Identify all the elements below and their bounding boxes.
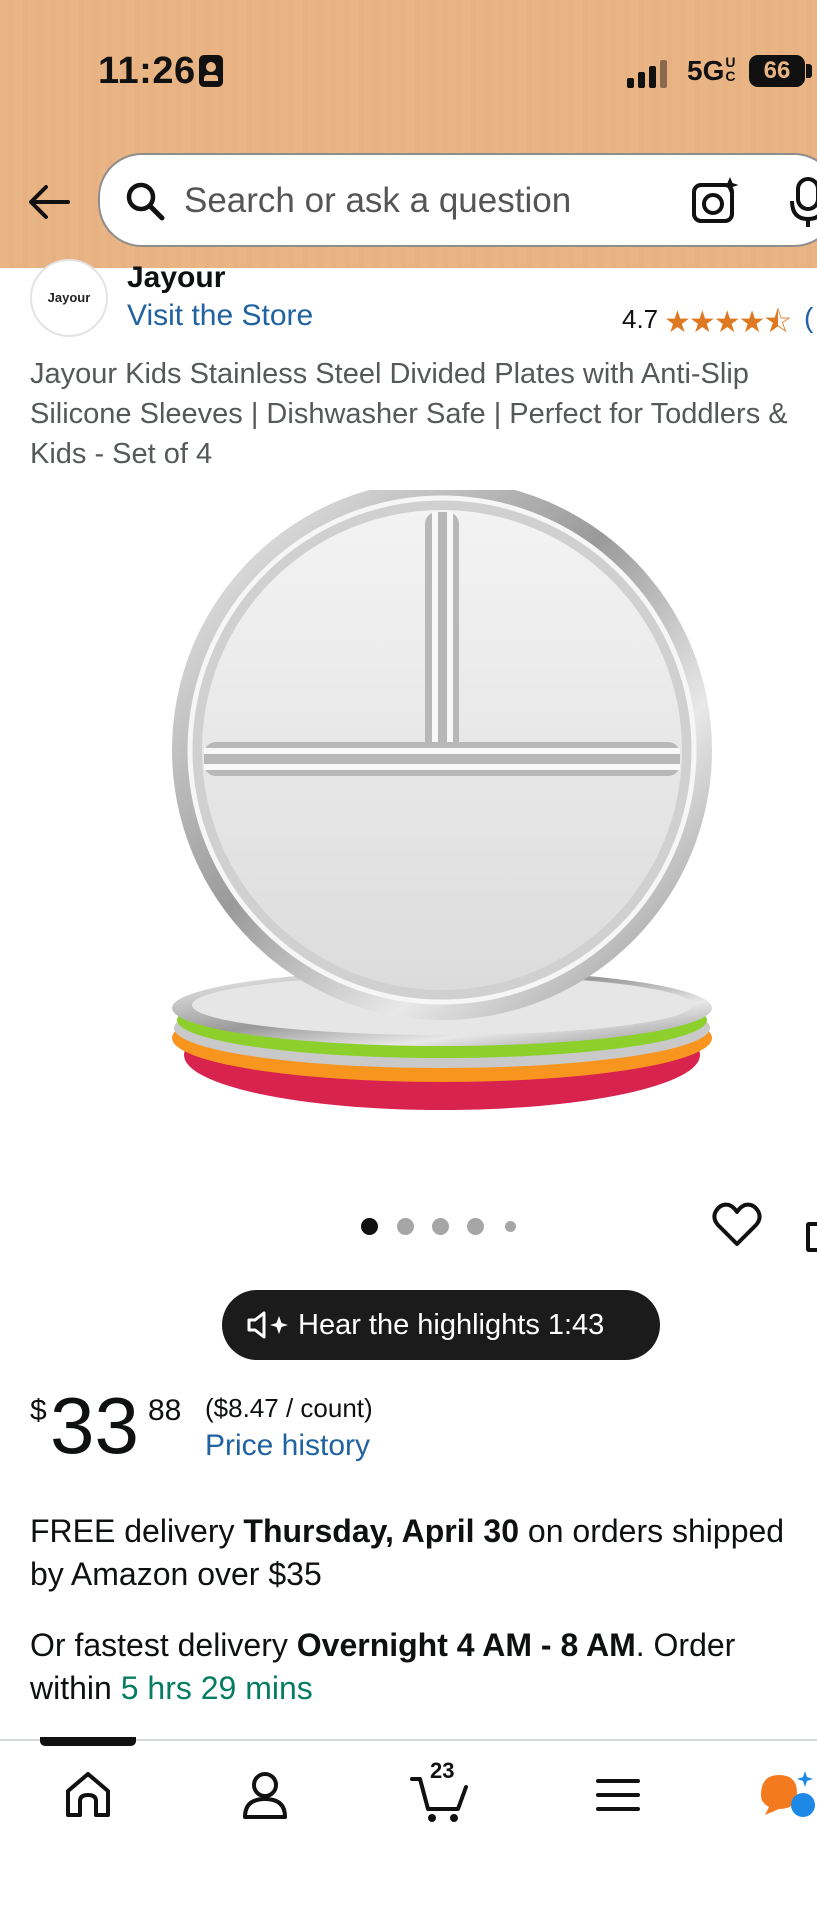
brand-logo[interactable]: Jayour xyxy=(30,259,108,337)
price-whole: 33 xyxy=(50,1381,139,1470)
speaker-sparkle-icon xyxy=(247,1311,288,1339)
delivery-date: Thursday, April 30 xyxy=(243,1513,520,1549)
carousel-dot[interactable] xyxy=(467,1218,484,1235)
rating-count-link[interactable]: ( xyxy=(804,302,813,334)
image-carousel-dots[interactable] xyxy=(361,1218,521,1238)
product-title: Jayour Kids Stainless Steel Divided Plat… xyxy=(30,354,817,474)
search-input[interactable] xyxy=(182,175,686,227)
home-icon[interactable] xyxy=(58,1765,118,1825)
fastest-delivery-message: Or fastest delivery Overnight 4 AM - 8 A… xyxy=(30,1627,736,1706)
search-icon xyxy=(126,182,165,221)
network-label: 5GUC xyxy=(687,54,736,86)
price-per-count: ($8.47 / count) xyxy=(205,1393,373,1423)
visit-store-link[interactable]: Visit the Store xyxy=(127,299,313,333)
rufus-icon[interactable] xyxy=(757,1765,817,1825)
price-currency: $ xyxy=(30,1394,47,1427)
rating-value: 4.7 xyxy=(622,304,659,334)
price-fraction: 88 xyxy=(148,1394,182,1427)
header-bar: 11:26 5GUC 66 xyxy=(0,0,817,268)
cart-count-badge: 23 xyxy=(430,1758,455,1783)
search-bar[interactable] xyxy=(98,153,817,247)
order-countdown: 5 hrs 29 mins xyxy=(120,1670,313,1706)
brand-name: Jayour xyxy=(127,261,226,294)
camera-search-icon[interactable] xyxy=(690,175,742,227)
product-title-line: Kids - Set of 4 xyxy=(30,438,213,470)
microphone-icon[interactable] xyxy=(790,177,817,227)
product-title-line: Jayour Kids Stainless Steel Divided Plat… xyxy=(30,358,749,390)
account-icon[interactable] xyxy=(235,1765,295,1825)
price-history-link[interactable]: Price history xyxy=(205,1429,370,1463)
active-tab-indicator xyxy=(40,1737,136,1746)
free-delivery-message: FREE delivery Thursday, April 30 on orde… xyxy=(30,1513,785,1592)
product-title-line: Silicone Sleeves | Dishwasher Safe | Per… xyxy=(30,398,788,430)
hear-highlights-button[interactable]: Hear the highlights 1:43 xyxy=(222,1290,660,1360)
carousel-dot[interactable] xyxy=(361,1218,378,1235)
star-rating-icon[interactable]: ★★★★⯪ xyxy=(664,300,792,351)
battery-tip xyxy=(806,64,812,78)
back-arrow-icon[interactable] xyxy=(24,178,72,226)
bottom-navigation xyxy=(0,1739,817,1922)
hear-highlights-label: Hear the highlights 1:43 xyxy=(298,1309,605,1341)
share-icon[interactable] xyxy=(806,1222,817,1252)
product-image[interactable] xyxy=(160,490,720,1140)
focus-mode-icon xyxy=(199,55,223,87)
carousel-dot[interactable] xyxy=(505,1221,516,1232)
carousel-dot[interactable] xyxy=(397,1218,414,1235)
signal-icon xyxy=(627,58,671,88)
battery-indicator: 66 xyxy=(749,55,805,87)
fastest-delivery-window: Overnight 4 AM - 8 AM xyxy=(296,1627,636,1663)
menu-icon[interactable] xyxy=(588,1765,648,1825)
carousel-dot[interactable] xyxy=(432,1218,449,1235)
status-time: 11:26 xyxy=(98,50,196,92)
heart-icon[interactable] xyxy=(712,1202,762,1248)
